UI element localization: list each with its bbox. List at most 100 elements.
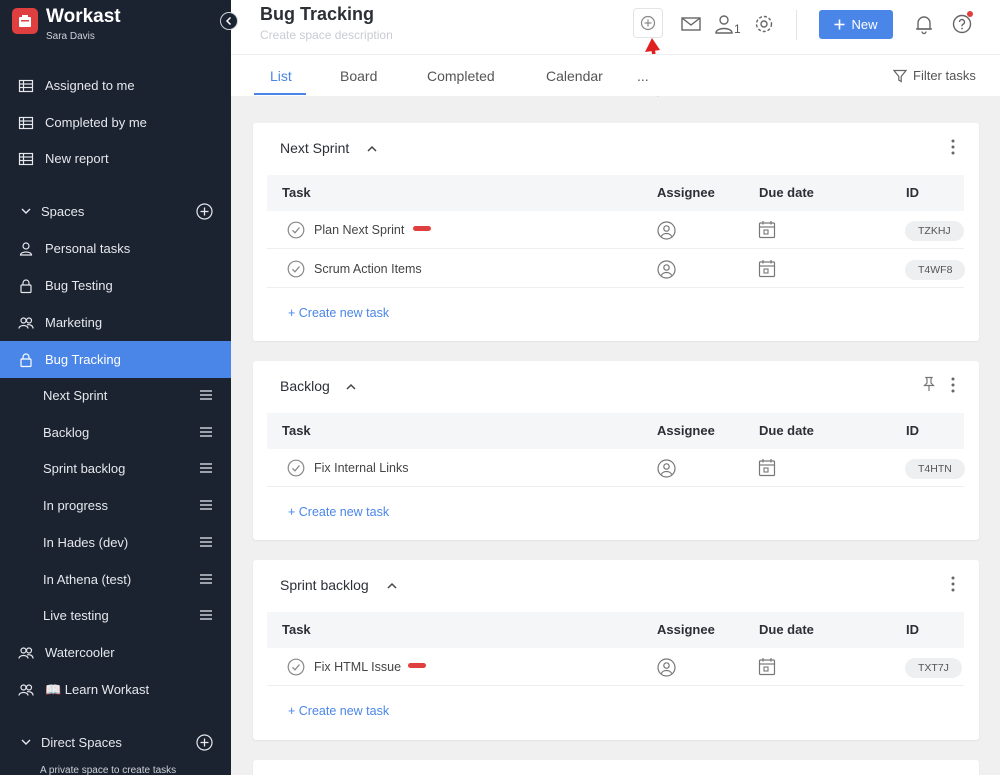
task-id-badge[interactable]: T4HTN (905, 459, 965, 479)
complete-check-icon[interactable] (287, 221, 305, 239)
section-title[interactable]: Sprint backlog (280, 577, 369, 593)
task-name[interactable]: Scrum Action Items (314, 262, 422, 276)
bell-icon[interactable] (913, 13, 935, 35)
calendar-icon[interactable] (758, 220, 776, 239)
tab-list[interactable]: List (270, 68, 292, 84)
sidebar-item-personal-tasks[interactable]: Personal tasks (0, 230, 231, 267)
tab-more[interactable]: ... (637, 68, 649, 84)
task-name[interactable]: Fix Internal Links (314, 461, 408, 475)
sidebar-item-completed-by-me[interactable]: Completed by me (0, 104, 231, 141)
task-id-badge[interactable]: T4WF8 (905, 260, 966, 280)
task-name[interactable]: Fix HTML Issue (314, 660, 401, 674)
more-options-icon[interactable] (949, 138, 957, 156)
task-name[interactable]: Plan Next Sprint (314, 223, 404, 237)
table-row[interactable]: Plan Next Sprint TZKHJ (267, 211, 964, 249)
table-row[interactable]: Scrum Action Items T4WF8 (267, 250, 966, 288)
mail-icon[interactable] (680, 13, 702, 35)
add-space-icon[interactable] (196, 203, 213, 220)
hamburger-menu-icon[interactable] (199, 608, 213, 622)
members-icon[interactable] (713, 13, 735, 35)
chevron-up-icon[interactable] (366, 143, 378, 155)
hamburger-menu-icon[interactable] (199, 388, 213, 402)
hamburger-menu-icon[interactable] (199, 461, 213, 475)
section-card-sprint-backlog: Sprint backlog Task Assignee Due date ID… (253, 560, 979, 740)
sidebar-list-in-progress[interactable]: In progress (0, 487, 231, 524)
page-title[interactable]: Bug Tracking (260, 4, 374, 25)
assignee-avatar-icon[interactable] (657, 260, 676, 279)
sidebar-section-spaces[interactable]: Spaces (0, 193, 231, 230)
calendar-icon[interactable] (758, 458, 776, 477)
add-button[interactable] (633, 8, 663, 38)
top-header: Bug Tracking Create space description 1 … (231, 0, 1000, 54)
sidebar-item-label: New report (45, 151, 109, 166)
section-card-backlog: Backlog Task Assignee Due date ID Fix In… (253, 361, 979, 540)
tab-completed[interactable]: Completed (427, 68, 495, 84)
create-new-task-link[interactable]: + Create new task (288, 306, 389, 320)
sidebar-item-bug-testing[interactable]: Bug Testing (0, 267, 231, 304)
sidebar-item-bug-tracking[interactable]: Bug Tracking (0, 341, 231, 378)
table-row[interactable]: Fix HTML Issue TXT7J (267, 648, 964, 686)
group-icon (18, 684, 34, 696)
create-new-task-link[interactable]: + Create new task (288, 704, 389, 718)
complete-check-icon[interactable] (287, 658, 305, 676)
sidebar-list-live-testing[interactable]: Live testing (0, 597, 231, 634)
assignee-avatar-icon[interactable] (657, 459, 676, 478)
hamburger-menu-icon[interactable] (199, 535, 213, 549)
chevron-up-icon[interactable] (345, 381, 357, 393)
gear-icon[interactable] (753, 13, 775, 35)
sidebar-item-new-report[interactable]: New report (0, 140, 231, 177)
assignee-avatar-icon[interactable] (657, 658, 676, 677)
create-new-task-link[interactable]: + Create new task (288, 505, 389, 519)
column-header-id: ID (906, 423, 919, 438)
sidebar-list-sprint-backlog[interactable]: Sprint backlog (0, 450, 231, 487)
calendar-icon[interactable] (758, 259, 776, 278)
sidebar-item-watercooler[interactable]: Watercooler (0, 634, 231, 671)
table-row[interactable]: Fix Internal Links T4HTN (267, 449, 965, 487)
space-description-field[interactable]: Create space description (260, 28, 393, 42)
new-button[interactable]: New (819, 10, 893, 39)
task-id-badge[interactable]: TZKHJ (905, 221, 964, 241)
more-options-icon[interactable] (949, 376, 957, 394)
hamburger-menu-icon[interactable] (199, 425, 213, 439)
header-divider (796, 10, 797, 40)
complete-check-icon[interactable] (287, 459, 305, 477)
more-options-icon[interactable] (949, 575, 957, 593)
annotation-mark (408, 663, 426, 668)
tab-board[interactable]: Board (340, 68, 377, 84)
tab-calendar[interactable]: Calendar (546, 68, 603, 84)
column-header-id: ID (906, 185, 919, 200)
sidebar-section-direct-spaces[interactable]: Direct Spaces (0, 724, 231, 761)
pin-icon[interactable] (921, 376, 937, 392)
sidebar-item-label: Completed by me (45, 115, 147, 130)
table-icon (18, 116, 34, 130)
workast-logo-icon[interactable] (12, 8, 38, 34)
sidebar-item-marketing[interactable]: Marketing (0, 304, 231, 341)
filter-tasks-button[interactable]: Filter tasks (893, 68, 976, 83)
section-title[interactable]: Backlog (280, 378, 330, 394)
current-user-name[interactable]: Sara Davis (46, 31, 95, 42)
sidebar-list-in-athena[interactable]: In Athena (test) (0, 561, 231, 598)
sidebar-item-label: Marketing (45, 315, 103, 330)
calendar-icon[interactable] (758, 657, 776, 676)
sidebar-list-label: Sprint backlog (43, 461, 126, 476)
add-direct-space-icon[interactable] (196, 734, 213, 751)
assignee-avatar-icon[interactable] (657, 221, 676, 240)
sidebar-section-label: Direct Spaces (41, 735, 122, 750)
chevron-up-icon[interactable] (386, 580, 398, 592)
sidebar-list-next-sprint[interactable]: Next Sprint (0, 377, 231, 414)
sidebar-item-assigned-to-me[interactable]: Assigned to me (0, 67, 231, 104)
column-header-due-date: Due date (759, 423, 814, 438)
table-header: Task Assignee Due date ID (267, 413, 964, 449)
complete-check-icon[interactable] (287, 260, 305, 278)
column-header-due-date: Due date (759, 185, 814, 200)
section-title[interactable]: Next Sprint (280, 140, 349, 156)
hamburger-menu-icon[interactable] (199, 572, 213, 586)
sidebar-item-learn-workast[interactable]: 📖 Learn Workast (0, 671, 231, 708)
sidebar-item-label: Watercooler (45, 645, 115, 660)
sidebar-list-in-hades[interactable]: In Hades (dev) (0, 524, 231, 561)
sidebar-item-label: Bug Tracking (45, 352, 121, 367)
hamburger-menu-icon[interactable] (199, 498, 213, 512)
sidebar-list-backlog[interactable]: Backlog (0, 414, 231, 451)
collapse-sidebar-button[interactable] (220, 12, 238, 30)
task-id-badge[interactable]: TXT7J (905, 658, 962, 678)
